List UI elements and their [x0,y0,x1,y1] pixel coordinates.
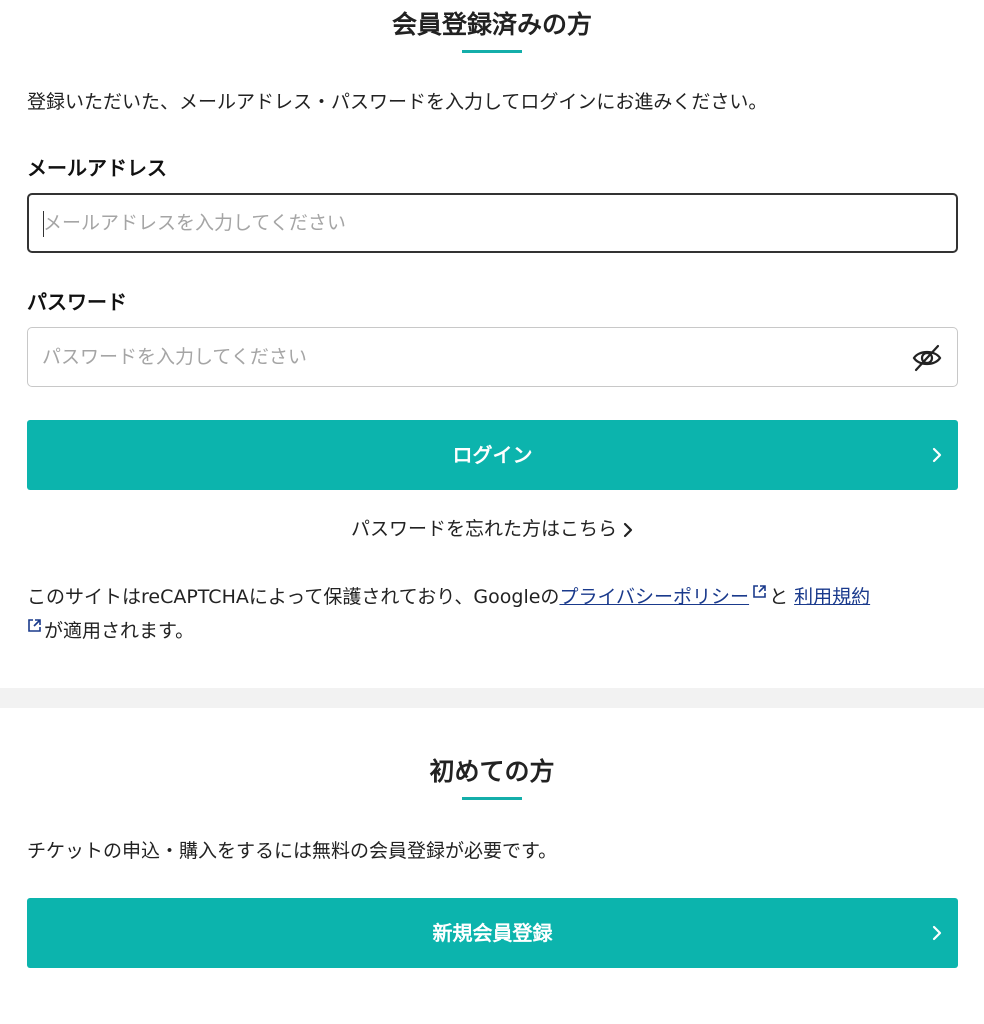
recaptcha-suffix: が適用されます。 [44,620,195,642]
login-button-label: ログイン [452,443,533,467]
recaptcha-prefix: このサイトはreCAPTCHAによって保護されており、Googleの [27,586,560,608]
title-underline [462,50,522,53]
registration-instructions: チケットの申込・購入をするには無料の会員登録が必要です。 [27,840,558,862]
title-underline [462,797,522,800]
new-user-section-title: 初めての方 [429,757,555,786]
chevron-right-icon [623,522,633,537]
privacy-policy-link[interactable]: プライバシーポリシー [559,586,749,608]
forgot-password-link[interactable]: パスワードを忘れた方はこちら [0,514,984,544]
register-button[interactable]: 新規会員登録 [27,898,958,968]
forgot-password-label: パスワードを忘れた方はこちら [350,518,617,540]
email-label: メールアドレス [27,156,167,180]
password-field-wrapper [27,327,958,387]
password-label: パスワード [27,290,127,314]
login-button[interactable]: ログイン [27,420,958,490]
terms-of-service-link[interactable]: 利用規約 [794,586,870,608]
recaptcha-and: と [769,586,795,608]
chevron-right-icon [932,925,942,941]
chevron-right-icon [932,447,942,463]
new-user-section: 初めての方 チケットの申込・購入をするには無料の会員登録が必要です。 新規会員登… [0,708,984,1024]
login-instructions: 登録いただいた、メールアドレス・パスワードを入力してログインにお進みください。 [27,91,768,113]
external-link-icon [28,619,41,632]
section-divider [0,688,984,708]
register-button-label: 新規会員登録 [432,921,553,945]
eye-slash-icon[interactable] [911,343,943,373]
member-login-section: 会員登録済みの方 登録いただいた、メールアドレス・パスワードを入力してログインに… [0,0,984,688]
email-field-wrapper [27,193,958,253]
text-caret [43,211,44,237]
recaptcha-notice: このサイトはreCAPTCHAによって保護されており、Googleのプライバシー… [27,580,962,648]
email-field[interactable] [29,195,956,251]
password-field[interactable] [28,328,957,386]
external-link-icon [753,585,766,598]
member-section-title: 会員登録済みの方 [391,10,592,39]
